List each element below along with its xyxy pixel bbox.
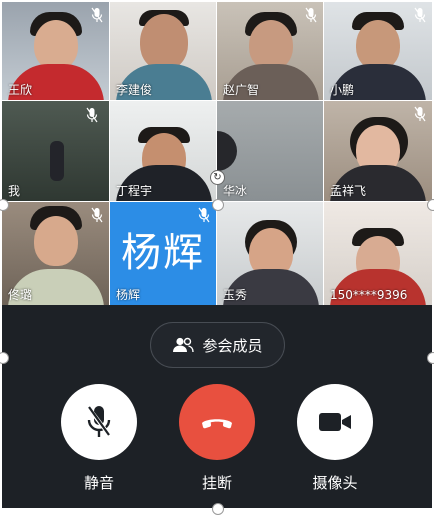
mic-muted-icon: [414, 7, 426, 23]
video-tile[interactable]: 李建俊: [110, 2, 217, 101]
video-tile[interactable]: 小鹏: [324, 2, 432, 101]
video-tile[interactable]: 150****9396: [324, 202, 432, 305]
hangup-label: 挂断: [201, 474, 232, 492]
meeting-window: 王欣 李建俊 赵广智 小鹏 我 丁程宇 华冰 孟祥飞 佟璐 杨辉 杨辉 玉秀 1…: [2, 2, 432, 508]
mute-label: 静音: [83, 474, 114, 492]
members-button-label: 参会成员: [202, 336, 263, 355]
hangup-control: 挂断: [177, 384, 257, 493]
participant-name: 150****9396: [330, 288, 408, 302]
video-tile[interactable]: 玉秀: [217, 202, 324, 305]
mic-muted-icon: [86, 107, 98, 123]
mute-button[interactable]: [61, 384, 137, 460]
phone-hangup-icon: [202, 419, 232, 429]
camera-label: 摄像头: [312, 474, 358, 492]
participant-name: 佟璐: [8, 288, 33, 302]
participant-name: 赵广智: [223, 83, 260, 97]
video-tile[interactable]: 佟璐: [2, 202, 110, 305]
people-icon: [173, 337, 195, 353]
selection-handle[interactable]: [427, 199, 434, 211]
mic-muted-icon: [86, 405, 112, 438]
video-tile[interactable]: 王欣: [2, 2, 110, 101]
mic-muted-icon: [198, 207, 210, 223]
participant-name: 华冰: [223, 184, 248, 198]
video-tile[interactable]: 我: [2, 101, 110, 202]
participant-avatar-text: 杨辉: [121, 230, 205, 276]
mute-control: 静音: [59, 384, 139, 493]
video-tile[interactable]: 丁程宇: [110, 101, 217, 202]
rotate-handle[interactable]: ↻: [210, 170, 225, 185]
participant-name: 李建俊: [116, 83, 153, 97]
video-camera-icon: [319, 413, 351, 431]
participant-name: 我: [8, 184, 21, 198]
camera-control: 摄像头: [295, 384, 375, 493]
hangup-button[interactable]: [179, 384, 255, 460]
participant-name: 小鹏: [330, 83, 355, 97]
participant-name: 孟祥飞: [330, 184, 367, 198]
participant-name: 玉秀: [223, 288, 248, 302]
video-tile[interactable]: 孟祥飞: [324, 101, 432, 202]
participant-name: 杨辉: [116, 288, 141, 302]
mic-muted-icon: [91, 207, 103, 223]
mic-muted-icon: [305, 7, 317, 23]
video-grid: 王欣 李建俊 赵广智 小鹏 我 丁程宇 华冰 孟祥飞 佟璐 杨辉 杨辉 玉秀 1…: [2, 2, 432, 305]
participant-name: 王欣: [8, 83, 33, 97]
video-tile[interactable]: 华冰: [217, 101, 324, 202]
selection-handle[interactable]: [212, 503, 224, 515]
participant-name: 丁程宇: [116, 184, 153, 198]
mic-muted-icon: [414, 106, 426, 122]
camera-button[interactable]: [297, 384, 373, 460]
mic-muted-icon: [91, 7, 103, 23]
selection-handle[interactable]: [212, 199, 224, 211]
members-button[interactable]: 参会成员: [150, 322, 285, 368]
video-tile[interactable]: 赵广智: [217, 2, 324, 101]
video-tile[interactable]: 杨辉 杨辉: [110, 202, 217, 305]
selection-handle[interactable]: [427, 352, 434, 364]
